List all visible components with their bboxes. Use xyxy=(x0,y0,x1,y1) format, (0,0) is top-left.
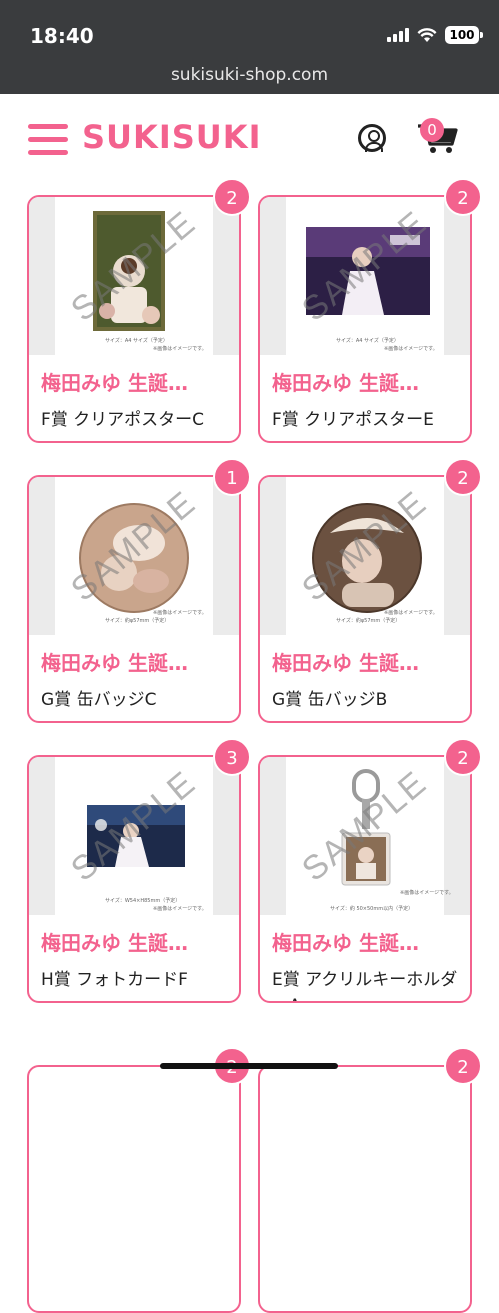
quantity-badge: 3 xyxy=(213,738,251,776)
size-caption: サイズ：A4 サイズ（予定） xyxy=(336,338,399,344)
product-image: SAMPLE サイズ：A4 サイズ（予定） ※画像はイメージです。 xyxy=(260,197,470,355)
product-image: SAMPLE サイズ：約 50×50mm以内（予定） ※画像はイメージです。 xyxy=(260,757,470,915)
menu-icon[interactable] xyxy=(28,124,68,156)
site-logo[interactable]: SUKISUKI xyxy=(82,118,261,156)
product-card[interactable] xyxy=(27,1065,241,1313)
image-note: ※画像はイメージです。 xyxy=(400,890,454,896)
size-caption: サイズ：A4 サイズ（予定） xyxy=(105,338,168,344)
wifi-icon xyxy=(417,27,437,42)
product-card[interactable]: SAMPLE サイズ：A4 サイズ（予定） ※画像はイメージです。 梅田みゆ 生… xyxy=(27,195,241,443)
account-icon[interactable] xyxy=(358,124,386,152)
product-image: SAMPLE サイズ：A4 サイズ（予定） ※画像はイメージです。 xyxy=(29,197,239,355)
product-title: 梅田みゆ 生誕… xyxy=(41,651,188,675)
image-note: ※画像はイメージです。 xyxy=(153,346,207,352)
image-note: ※画像はイメージです。 xyxy=(153,610,207,616)
product-card[interactable]: SAMPLE サイズ：約φ57mm（予定） ※画像はイメージです。 梅田みゆ 生… xyxy=(258,475,472,723)
signal-icon xyxy=(387,28,409,42)
battery-icon: 100 xyxy=(445,26,483,44)
product-title: 梅田みゆ 生誕… xyxy=(41,371,188,395)
quantity-badge: 2 xyxy=(444,458,482,496)
product-card[interactable]: SAMPLE サイズ：W54×H85mm（予定） ※画像はイメージです。 梅田み… xyxy=(27,755,241,1003)
site-header: SUKISUKI 0 xyxy=(0,94,499,184)
product-name: E賞 アクリルキーホルダーA xyxy=(272,970,458,1001)
quantity-badge: 2 xyxy=(444,1047,482,1085)
product-name: G賞 缶バッジB xyxy=(272,690,388,710)
url-bar[interactable]: sukisuki-shop.com xyxy=(0,60,499,94)
product-card[interactable]: SAMPLE サイズ：約φ57mm（予定） ※画像はイメージです。 梅田みゆ 生… xyxy=(27,475,241,723)
size-caption: サイズ：約 50×50mm以内（予定） xyxy=(330,906,414,912)
size-caption: サイズ：約φ57mm（予定） xyxy=(105,618,170,624)
quantity-badge: 2 xyxy=(444,738,482,776)
status-icons: 100 xyxy=(387,26,483,44)
product-title: 梅田みゆ 生誕… xyxy=(272,931,419,955)
product-title: 梅田みゆ 生誕… xyxy=(272,651,419,675)
quantity-badge: 2 xyxy=(444,178,482,216)
home-indicator[interactable] xyxy=(160,1063,338,1069)
quantity-badge: 1 xyxy=(213,458,251,496)
product-card[interactable]: SAMPLE サイズ：A4 サイズ（予定） ※画像はイメージです。 梅田みゆ 生… xyxy=(258,195,472,443)
image-note: ※画像はイメージです。 xyxy=(384,346,438,352)
product-image: SAMPLE サイズ：W54×H85mm（予定） ※画像はイメージです。 xyxy=(29,757,239,915)
image-note: ※画像はイメージです。 xyxy=(384,610,438,616)
product-image: SAMPLE サイズ：約φ57mm（予定） ※画像はイメージです。 xyxy=(260,477,470,635)
status-bar: 18:40 100 xyxy=(0,0,499,60)
product-title: 梅田みゆ 生誕… xyxy=(41,931,188,955)
product-name: F賞 クリアポスターE xyxy=(272,410,434,430)
product-card[interactable] xyxy=(258,1065,472,1313)
product-name: H賞 フォトカードF xyxy=(41,970,188,990)
cart-count-badge: 0 xyxy=(420,118,444,142)
image-note: ※画像はイメージです。 xyxy=(153,906,207,912)
size-caption: サイズ：約φ57mm（予定） xyxy=(336,618,401,624)
product-title: 梅田みゆ 生誕… xyxy=(272,371,419,395)
product-card[interactable]: SAMPLE サイズ：約 50×50mm以内（予定） ※画像はイメージです。 梅… xyxy=(258,755,472,1003)
quantity-badge: 2 xyxy=(213,178,251,216)
size-caption: サイズ：W54×H85mm（予定） xyxy=(105,898,181,904)
product-name: F賞 クリアポスターC xyxy=(41,410,205,430)
status-time: 18:40 xyxy=(30,24,94,48)
product-name: G賞 缶バッジC xyxy=(41,690,157,710)
product-image: SAMPLE サイズ：約φ57mm（予定） ※画像はイメージです。 xyxy=(29,477,239,635)
